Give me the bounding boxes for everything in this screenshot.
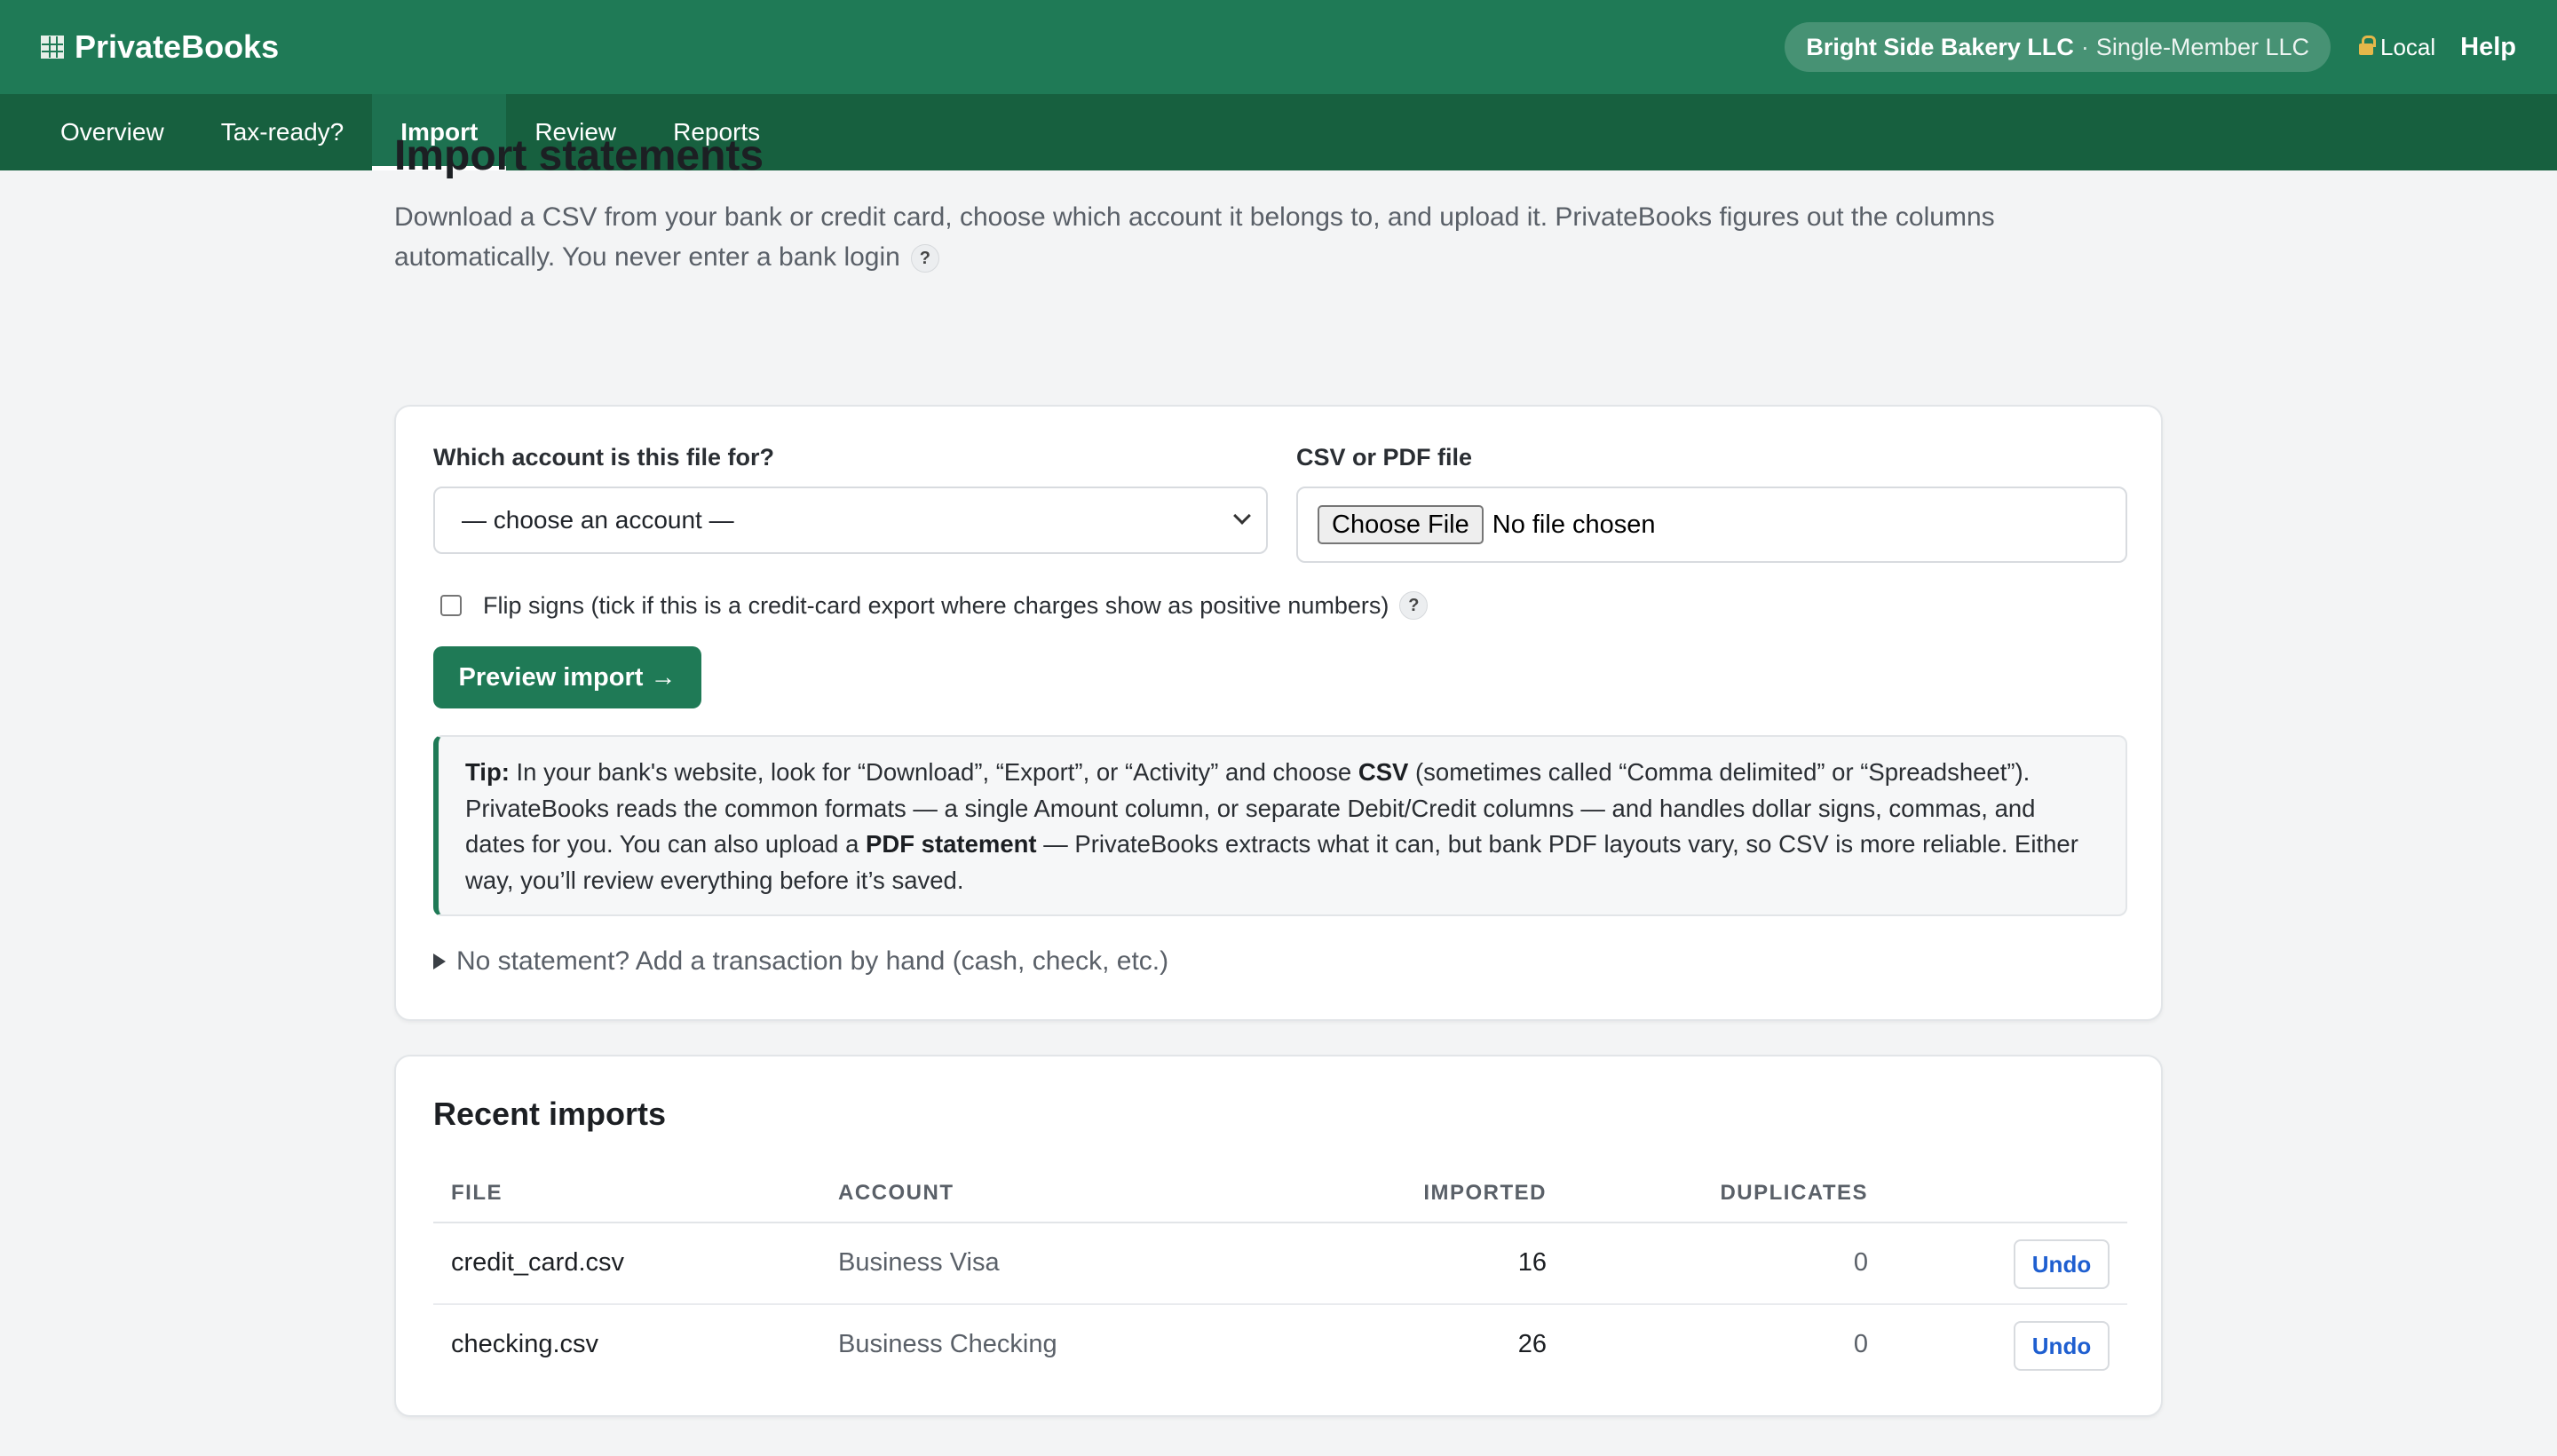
brand[interactable]: PrivateBooks <box>41 28 279 66</box>
tip-label: Tip: <box>465 758 510 786</box>
row-file: credit_card.csv <box>451 1248 625 1277</box>
column-header-duplicates: DUPLICATES <box>1720 1181 1868 1205</box>
nav-tab-tax-ready[interactable]: Tax-ready? <box>193 94 373 170</box>
table-row: credit_card.csv Business Visa 16 0 Undo <box>433 1223 2127 1305</box>
tip-box: Tip: In your bank's website, look for “D… <box>433 735 2127 916</box>
tip-pdf: PDF statement <box>866 830 1037 858</box>
file-status: No file chosen <box>1492 510 1656 539</box>
file-input[interactable]: Choose File No file chosen <box>1296 487 2127 563</box>
page-intro-text: Download a CSV from your bank or credit … <box>394 202 1995 272</box>
undo-button[interactable]: Undo <box>2014 1321 2110 1371</box>
account-select[interactable]: — choose an account — <box>433 487 1268 554</box>
row-imported-count: 16 <box>1517 1248 1547 1277</box>
page-title: Import statements <box>394 132 764 179</box>
table-row: checking.csv Business Checking 26 0 Undo <box>433 1305 2127 1387</box>
local-indicator: Local <box>2359 34 2435 61</box>
org-separator: · <box>2080 33 2089 60</box>
top-bar: PrivateBooks Bright Side Bakery LLC · Si… <box>0 0 2557 94</box>
flip-signs-row: Flip signs (tick if this is a credit-car… <box>440 591 1429 620</box>
help-link[interactable]: Help <box>2460 33 2516 62</box>
page-intro: Download a CSV from your bank or credit … <box>394 197 2163 277</box>
nav-tab-overview[interactable]: Overview <box>32 94 193 170</box>
tip-csv: CSV <box>1358 758 1409 786</box>
row-account: Business Checking <box>838 1330 1057 1358</box>
tip-text-1: In your bank's website, look for “Downlo… <box>516 758 1352 786</box>
manual-entry-toggle[interactable]: No statement? Add a transaction by hand … <box>433 946 1168 977</box>
column-header-account: ACCOUNT <box>838 1181 954 1205</box>
ledger-icon <box>41 36 64 59</box>
flip-signs-checkbox[interactable] <box>440 595 462 616</box>
main-nav: Overview Tax-ready? Import Review Report… <box>0 94 2557 170</box>
recent-imports-table: FILE ACCOUNT IMPORTED DUPLICATES credit_… <box>433 1170 2127 1387</box>
row-duplicates-count: 0 <box>1853 1248 1868 1277</box>
column-header-file: FILE <box>451 1181 503 1205</box>
table-header: FILE ACCOUNT IMPORTED DUPLICATES <box>433 1170 2127 1223</box>
account-select-value: — choose an account — <box>462 506 734 534</box>
row-duplicates-count: 0 <box>1853 1330 1868 1358</box>
choose-file-button[interactable]: Choose File <box>1318 505 1484 544</box>
lock-icon <box>2359 36 2376 57</box>
help-question-icon[interactable]: ? <box>910 244 939 273</box>
org-type: Single-Member LLC <box>2095 33 2309 60</box>
file-label: CSV or PDF file <box>1296 444 1473 471</box>
column-header-imported: IMPORTED <box>1423 1181 1547 1205</box>
local-label: Local <box>2380 33 2436 60</box>
row-account: Business Visa <box>838 1248 1000 1277</box>
org-switcher[interactable]: Bright Side Bakery LLC · Single-Member L… <box>1785 22 2331 72</box>
account-label: Which account is this file for? <box>433 444 775 471</box>
org-name: Bright Side Bakery LLC <box>1806 33 2074 60</box>
manual-entry-label: No statement? Add a transaction by hand … <box>456 946 1169 976</box>
import-card: Which account is this file for? — choose… <box>394 405 2163 1021</box>
row-file: checking.csv <box>451 1330 599 1358</box>
undo-button[interactable]: Undo <box>2014 1239 2110 1289</box>
flip-signs-label[interactable]: Flip signs (tick if this is a credit-car… <box>483 592 1389 620</box>
top-bar-right: Bright Side Bakery LLC · Single-Member L… <box>1785 22 2516 72</box>
chevron-down-icon <box>1233 507 1251 525</box>
preview-import-button[interactable]: Preview import → <box>433 646 701 708</box>
brand-name: PrivateBooks <box>75 28 280 65</box>
recent-imports-title: Recent imports <box>433 1096 667 1132</box>
recent-imports-card: Recent imports FILE ACCOUNT IMPORTED DUP… <box>394 1055 2163 1417</box>
disclosure-triangle-icon <box>433 954 446 969</box>
help-question-icon[interactable]: ? <box>1399 591 1429 620</box>
row-imported-count: 26 <box>1517 1330 1547 1358</box>
